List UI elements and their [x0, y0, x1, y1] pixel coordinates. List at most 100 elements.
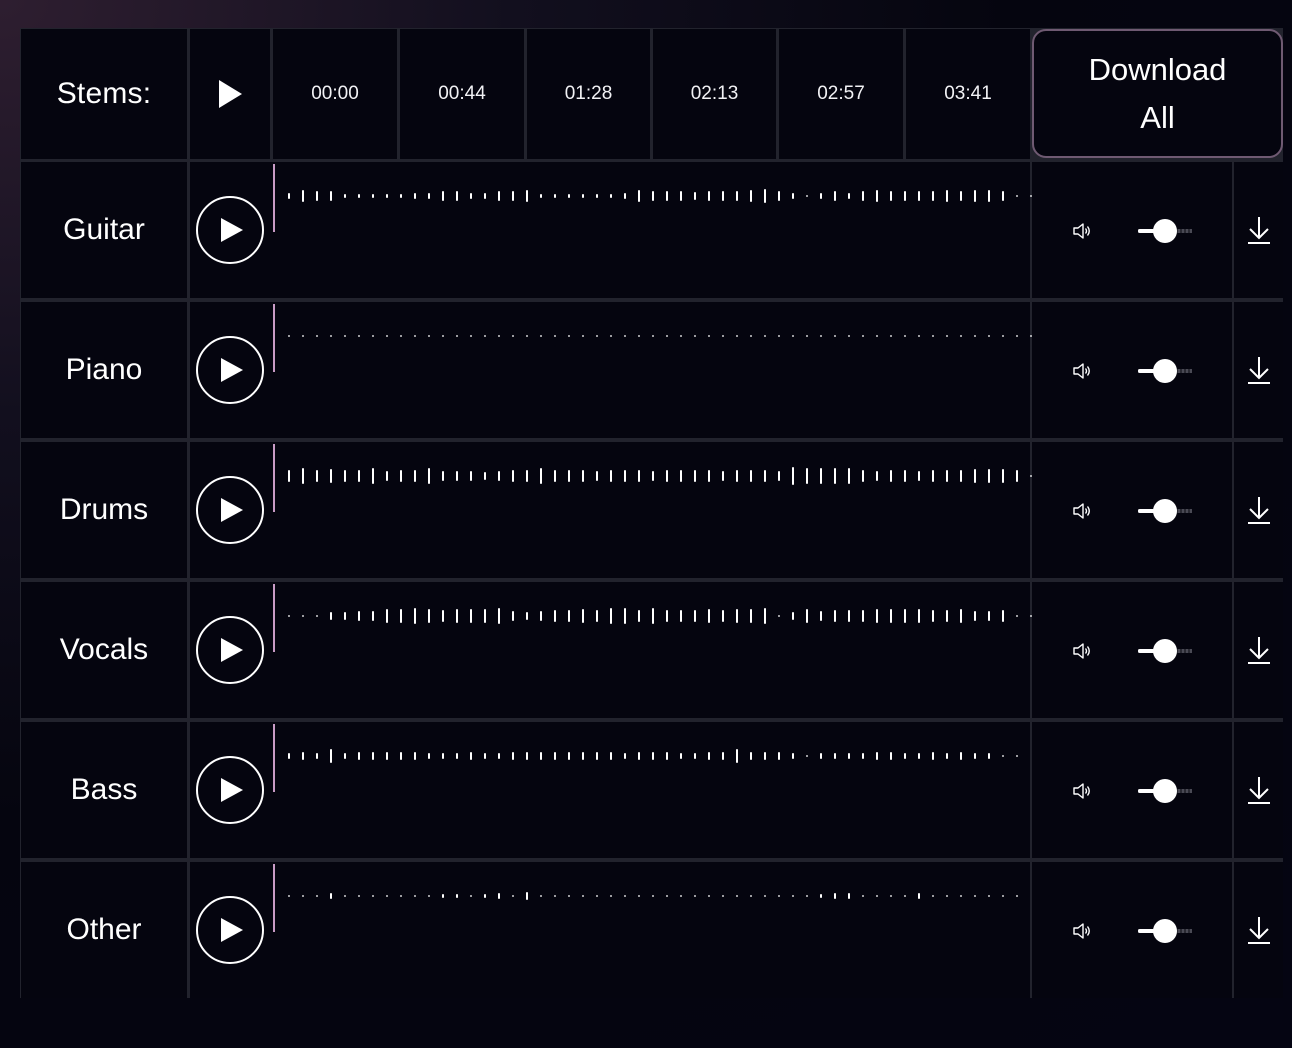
waveform-bar	[540, 335, 542, 337]
playhead[interactable]	[273, 444, 275, 512]
volume-slider[interactable]	[1138, 499, 1192, 523]
waveform-bar	[358, 752, 360, 760]
playhead[interactable]	[273, 164, 275, 232]
stem-play-button[interactable]	[196, 476, 264, 544]
stem-download-button[interactable]	[1234, 162, 1283, 298]
waveform-bar	[302, 335, 304, 337]
waveform-bar	[722, 895, 724, 897]
stem-download-button[interactable]	[1234, 442, 1283, 578]
waveform-bar	[610, 335, 612, 337]
waveform-bar	[806, 755, 808, 757]
stem-download-button[interactable]	[1234, 862, 1283, 998]
waveform-bar	[680, 335, 682, 337]
playhead[interactable]	[273, 864, 275, 932]
volume-slider-thumb[interactable]	[1153, 779, 1177, 803]
timestamp: 03:41	[944, 83, 992, 104]
stem-play-button[interactable]	[196, 336, 264, 404]
waveform[interactable]	[288, 582, 1046, 652]
waveform-bar	[428, 753, 430, 759]
volume-slider[interactable]	[1138, 919, 1192, 943]
waveform-bar	[554, 610, 556, 622]
waveform-bar	[904, 895, 906, 897]
waveform[interactable]	[288, 442, 1046, 512]
volume-icon[interactable]	[1072, 222, 1092, 240]
waveform-bar	[792, 335, 794, 337]
timestamp: 00:00	[311, 83, 359, 104]
volume-slider[interactable]	[1138, 779, 1192, 803]
waveform[interactable]	[288, 862, 1028, 932]
waveform-bar	[974, 895, 976, 897]
waveform-bar	[316, 335, 318, 337]
waveform-bar	[400, 752, 402, 760]
playhead[interactable]	[273, 304, 275, 372]
waveform-bar	[890, 895, 892, 897]
waveform[interactable]	[288, 162, 1032, 232]
waveform-bar	[568, 895, 570, 897]
waveform-bar	[582, 335, 584, 337]
waveform[interactable]	[288, 302, 1032, 372]
waveform-bar	[582, 470, 584, 482]
waveform-bar	[764, 608, 766, 624]
volume-slider[interactable]	[1138, 359, 1192, 383]
waveform-bar	[792, 753, 794, 759]
volume-cell	[1032, 442, 1232, 578]
waveform-bar	[890, 335, 892, 337]
waveform-bar	[666, 470, 668, 482]
waveform[interactable]	[288, 722, 1028, 792]
waveform-bar	[498, 191, 500, 201]
waveform-bar	[918, 893, 920, 899]
volume-slider[interactable]	[1138, 639, 1192, 663]
play-all-button[interactable]	[190, 29, 270, 159]
volume-slider-thumb[interactable]	[1153, 499, 1177, 523]
volume-slider-thumb[interactable]	[1153, 919, 1177, 943]
waveform-bar	[946, 190, 948, 202]
waveform-bar	[624, 335, 626, 337]
volume-icon[interactable]	[1072, 782, 1092, 800]
volume-icon[interactable]	[1072, 502, 1092, 520]
waveform-bar	[568, 752, 570, 760]
waveform-bar	[372, 895, 374, 897]
playhead[interactable]	[273, 724, 275, 792]
stem-download-button[interactable]	[1234, 582, 1283, 718]
waveform-bar	[456, 335, 458, 337]
download-all-button[interactable]: Download All	[1032, 29, 1283, 158]
waveform-bar	[1002, 191, 1004, 201]
waveform-bar	[610, 895, 612, 897]
stem-download-button[interactable]	[1234, 722, 1283, 858]
stem-play-cell	[190, 582, 1046, 718]
volume-slider[interactable]	[1138, 219, 1192, 243]
waveform-bar	[876, 609, 878, 623]
waveform-bar	[666, 895, 668, 897]
waveform-bar	[876, 190, 878, 202]
volume-icon[interactable]	[1072, 642, 1092, 660]
waveform-bar	[554, 895, 556, 897]
stem-play-button[interactable]	[196, 896, 264, 964]
waveform-bar	[470, 752, 472, 760]
volume-icon[interactable]	[1072, 922, 1092, 940]
waveform-bar	[862, 610, 864, 622]
stem-play-button[interactable]	[196, 756, 264, 824]
download-all-label-line1: Download	[1088, 51, 1227, 87]
waveform-bar	[750, 190, 752, 202]
volume-slider-thumb[interactable]	[1153, 359, 1177, 383]
waveform-bar	[526, 612, 528, 620]
waveform-bar	[358, 335, 360, 337]
waveform-bar	[568, 610, 570, 622]
playhead[interactable]	[273, 584, 275, 652]
waveform-bar	[862, 753, 864, 759]
stem-download-button[interactable]	[1234, 302, 1283, 438]
waveform-bar	[764, 752, 766, 760]
stem-play-button[interactable]	[196, 196, 264, 264]
waveform-bar	[974, 753, 976, 759]
waveform-bar	[1016, 755, 1018, 757]
waveform-bar	[288, 753, 290, 759]
waveform-bar	[764, 189, 766, 203]
volume-icon[interactable]	[1072, 362, 1092, 380]
volume-slider-thumb[interactable]	[1153, 219, 1177, 243]
waveform-bar	[540, 611, 542, 621]
waveform-bar	[540, 752, 542, 760]
stems-label-cell: Stems:	[21, 29, 187, 159]
stem-play-button[interactable]	[196, 616, 264, 684]
volume-slider-thumb[interactable]	[1153, 639, 1177, 663]
download-icon	[1247, 497, 1270, 524]
